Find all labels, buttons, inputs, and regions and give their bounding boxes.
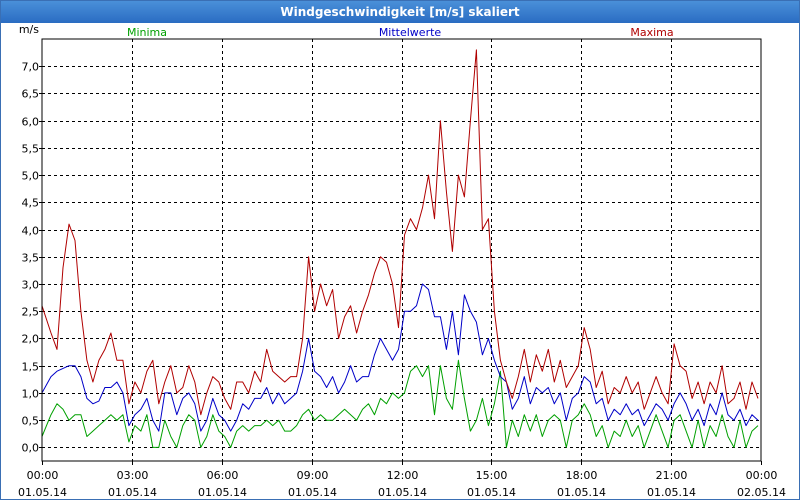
plot-frame — [41, 38, 762, 462]
y-tick-label: 6,5 — [22, 88, 40, 101]
chart-window: Windgeschwindigkeit [m/s] skaliert 0,0 0,… — [0, 0, 800, 500]
y-tick-label: 6,0 — [22, 116, 40, 129]
y-tick-label: 2,5 — [22, 306, 40, 319]
x-tick-time: 21:00 — [656, 469, 688, 482]
series-line-minima — [41, 359, 759, 448]
x-tick-time: 09:00 — [297, 469, 329, 482]
series-line-maxima — [41, 49, 759, 416]
x-tick-time: 18:00 — [566, 469, 598, 482]
y-tick-label: 0,0 — [22, 442, 40, 455]
y-axis-label: m/s — [19, 23, 39, 36]
x-tick-time: 00:00 — [27, 469, 59, 482]
y-tick-label: 5,5 — [22, 143, 40, 156]
x-tick-date: 01.05.14 — [18, 486, 67, 499]
legend-mittelwerte: Mittelwerte — [379, 26, 442, 39]
x-tick-time: 03:00 — [117, 469, 149, 482]
y-tick-label: 3,0 — [22, 279, 40, 292]
y-tick-label: 4,0 — [22, 225, 40, 238]
y-tick-label: 1,5 — [22, 361, 40, 374]
y-tick-label: 4,5 — [22, 197, 40, 210]
legend-minima: Minima — [127, 26, 167, 39]
x-tick-date: 02.05.14 — [737, 486, 786, 499]
legend: Minima Mittelwerte Maxima — [127, 26, 674, 39]
x-tick-date: 01.05.14 — [198, 486, 247, 499]
x-tick-time: 12:00 — [387, 469, 419, 482]
x-tick-date: 01.05.14 — [288, 486, 337, 499]
wind-speed-chart: 0,0 0,5 1,0 1,5 2,0 2,5 3,0 3,5 4,0 4,5 5,0 5,5 6,0 6… — [18, 23, 786, 499]
y-tick-label: 3,5 — [22, 252, 40, 265]
y-tick-label: 5,0 — [22, 170, 40, 183]
y-tick-label: 0,5 — [22, 415, 40, 428]
legend-maxima: Maxima — [630, 26, 673, 39]
y-tick-label: 1,0 — [22, 388, 40, 401]
grid — [42, 39, 761, 461]
x-tick-time: 15:00 — [476, 469, 508, 482]
x-tick-date: 01.05.14 — [467, 486, 516, 499]
y-tick-label: 2,0 — [22, 333, 40, 346]
x-tick-date: 01.05.14 — [108, 486, 157, 499]
series-lines — [41, 49, 759, 448]
x-tick-date: 01.05.14 — [647, 486, 696, 499]
y-tick-label: 7,0 — [22, 61, 40, 74]
x-tick-time: 00:00 — [746, 469, 778, 482]
x-tick-date: 01.05.14 — [557, 486, 606, 499]
x-tick-time: 06:00 — [207, 469, 239, 482]
x-tick-date: 01.05.14 — [378, 486, 427, 499]
